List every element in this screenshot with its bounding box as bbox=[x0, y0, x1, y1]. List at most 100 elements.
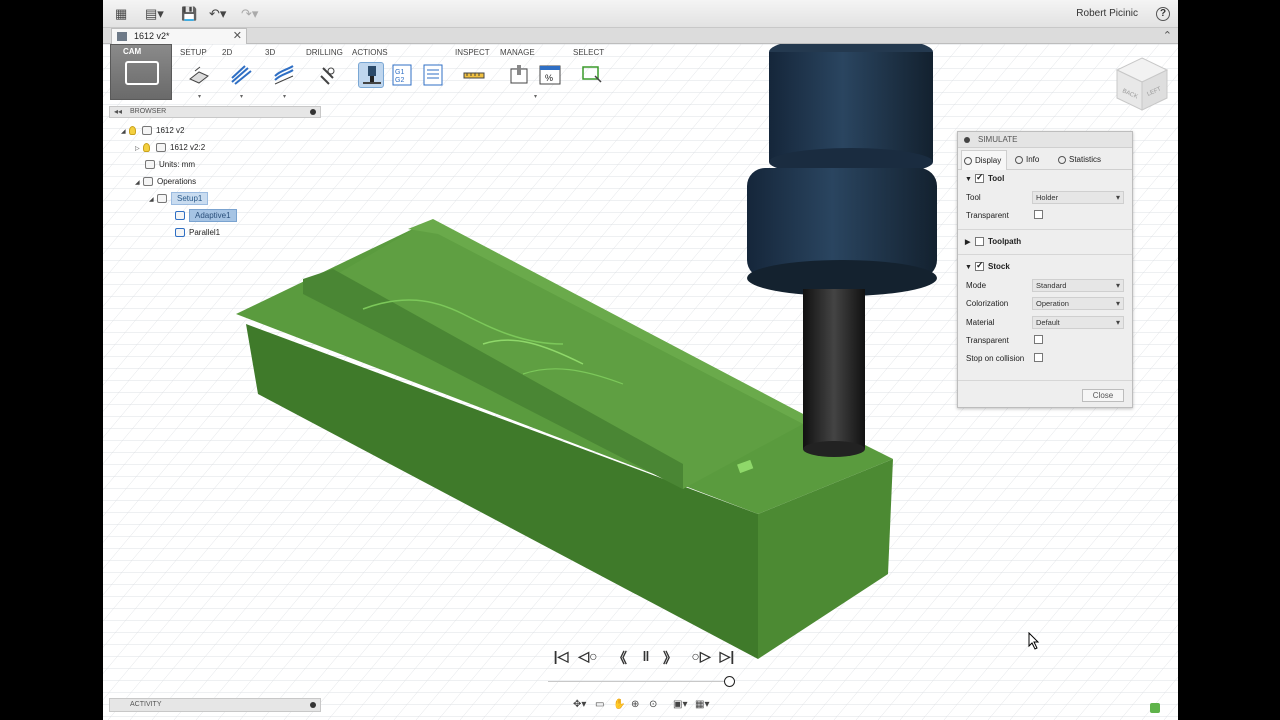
adaptive-op-icon bbox=[175, 211, 185, 221]
stock-colorization-select[interactable]: Operation bbox=[1032, 297, 1124, 310]
document-tab[interactable]: 1612 v2* ✕ bbox=[111, 28, 247, 44]
svg-text:G2: G2 bbox=[395, 77, 404, 84]
tab-info[interactable]: Info bbox=[1013, 150, 1055, 170]
tool-holder[interactable] bbox=[747, 44, 937, 296]
tool-display-label: Tool bbox=[966, 193, 981, 202]
ribbon-group-inspect[interactable]: INSPECT bbox=[455, 48, 490, 57]
status-icon[interactable] bbox=[1150, 703, 1160, 713]
navigation-toolbar: ✥▾ ▭ ✋ ⊕ ⊙ ▣▾ ▦▾ bbox=[573, 699, 713, 713]
panel-pin-icon[interactable] bbox=[310, 109, 316, 115]
document-tab-bar: 1612 v2* ✕ ⌃ bbox=[103, 28, 1178, 44]
measure-icon[interactable] bbox=[461, 62, 487, 88]
panel-pin-icon[interactable] bbox=[310, 702, 316, 708]
pan-icon[interactable]: ✋ bbox=[613, 699, 625, 710]
visibility-bulb-icon[interactable] bbox=[143, 143, 150, 153]
panel-pin-icon[interactable] bbox=[964, 137, 970, 143]
svg-text:G1: G1 bbox=[395, 69, 404, 76]
setup-sheet-icon[interactable] bbox=[420, 62, 446, 88]
ribbon-group-setup[interactable]: SETUP bbox=[180, 48, 207, 57]
ribbon-group-2d[interactable]: 2D bbox=[222, 48, 232, 57]
simulate-header[interactable]: SIMULATE bbox=[958, 132, 1132, 148]
help-icon[interactable]: ? bbox=[1156, 7, 1170, 21]
post-process-icon[interactable]: G1 G2 bbox=[389, 62, 415, 88]
tool-display-select[interactable]: Holder bbox=[1032, 191, 1124, 204]
orbit-icon[interactable]: ✥▾ bbox=[573, 699, 586, 710]
go-to-start-icon[interactable]: |◁ bbox=[550, 648, 572, 665]
tab-statistics[interactable]: Statistics bbox=[1056, 150, 1116, 170]
section-tool[interactable]: ▼Tool bbox=[965, 172, 1004, 184]
tree-node-component[interactable]: ▷ 1612 v2:2 bbox=[135, 143, 205, 154]
file-menu-icon[interactable]: ▤▾ bbox=[145, 6, 164, 22]
pause-icon[interactable]: ‖ bbox=[635, 648, 657, 664]
2d-adaptive-icon[interactable] bbox=[228, 62, 254, 88]
zoom-icon[interactable]: ⊕ bbox=[631, 699, 639, 710]
ribbon-group-3d[interactable]: 3D bbox=[265, 48, 275, 57]
ribbon-group-drilling[interactable]: DRILLING bbox=[306, 48, 343, 57]
timeline-track[interactable] bbox=[548, 681, 728, 682]
units-icon bbox=[145, 160, 155, 170]
drilling-icon[interactable] bbox=[315, 62, 341, 88]
workspace-label: CAM bbox=[123, 47, 142, 56]
select-icon[interactable] bbox=[579, 62, 605, 88]
simulate-title: SIMULATE bbox=[978, 135, 1018, 144]
tool-shank[interactable] bbox=[803, 289, 865, 457]
step-forward-icon[interactable]: 》 bbox=[659, 648, 681, 668]
section-stock[interactable]: ▼Stock bbox=[965, 260, 1010, 272]
next-operation-icon[interactable]: ○▷ bbox=[690, 648, 712, 665]
tab-overflow-icon[interactable]: ⌃ bbox=[1163, 29, 1172, 42]
workspace-switcher[interactable]: CAM bbox=[110, 44, 172, 100]
tree-node-parallel[interactable]: Parallel1 bbox=[175, 228, 220, 238]
visibility-bulb-icon[interactable] bbox=[129, 126, 136, 136]
tree-node-operations[interactable]: ◢ Operations bbox=[135, 177, 196, 188]
svg-text:%: % bbox=[545, 73, 553, 83]
browser-title: BROWSER bbox=[130, 108, 167, 115]
tool-visible-checkbox[interactable] bbox=[975, 172, 984, 184]
undo-icon[interactable]: ↶▾ bbox=[209, 6, 226, 22]
view-cube[interactable]: BACK LEFT bbox=[1113, 54, 1171, 116]
save-icon[interactable]: 💾 bbox=[181, 6, 197, 22]
stock-colorization-label: Colorization bbox=[966, 299, 1009, 308]
task-manager-icon[interactable]: % bbox=[537, 62, 563, 88]
look-at-icon[interactable]: ▭ bbox=[595, 699, 604, 710]
fit-icon[interactable]: ⊙ bbox=[649, 699, 657, 710]
close-tab-icon[interactable]: ✕ bbox=[233, 29, 242, 43]
stock-material-select[interactable]: Default bbox=[1032, 316, 1124, 329]
user-account-menu[interactable]: Robert Picinic bbox=[1076, 8, 1138, 19]
tab-display[interactable]: Display bbox=[961, 150, 1007, 170]
section-toolpath[interactable]: ▶ Toolpath bbox=[965, 237, 1021, 247]
previous-operation-icon[interactable]: ◁○ bbox=[577, 648, 599, 665]
3d-adaptive-icon[interactable] bbox=[271, 62, 297, 88]
close-button[interactable]: Close bbox=[1082, 389, 1124, 402]
stock-mode-select[interactable]: Standard bbox=[1032, 279, 1124, 292]
grid-settings-icon[interactable]: ▦▾ bbox=[695, 699, 709, 710]
tree-node-units[interactable]: Units: mm bbox=[145, 160, 195, 170]
browser-header[interactable]: ◂◂ BROWSER bbox=[109, 106, 321, 118]
info-tab-icon bbox=[1015, 156, 1023, 164]
display-settings-icon[interactable]: ▣▾ bbox=[673, 699, 687, 710]
activity-panel[interactable]: ACTIVITY bbox=[109, 698, 321, 712]
statistics-tab-icon bbox=[1058, 156, 1066, 164]
stock-transparent-checkbox[interactable] bbox=[1034, 335, 1043, 344]
tool-transparent-checkbox[interactable] bbox=[1034, 210, 1043, 219]
tree-node-setup[interactable]: ◢ Setup1 bbox=[149, 192, 209, 205]
setup-icon[interactable] bbox=[186, 62, 212, 88]
timeline-slider-handle[interactable] bbox=[724, 676, 735, 687]
tool-library-icon[interactable] bbox=[506, 62, 532, 88]
go-to-end-icon[interactable]: ▷| bbox=[716, 648, 738, 665]
simulate-icon[interactable] bbox=[358, 62, 384, 88]
redo-icon[interactable]: ↷▾ bbox=[241, 6, 258, 22]
tree-node-adaptive[interactable]: Adaptive1 bbox=[175, 209, 237, 222]
stop-on-collision-checkbox[interactable] bbox=[1034, 353, 1043, 362]
ribbon-toolbar: CAM SETUP ▾ 2D ▾ 3D ▾ DRILLING ACTIONS G… bbox=[108, 44, 608, 102]
ribbon-group-select[interactable]: SELECT bbox=[573, 48, 604, 57]
apps-grid-icon[interactable]: ▦ bbox=[115, 6, 127, 22]
collapse-arrow-icon[interactable]: ◂◂ bbox=[114, 107, 122, 117]
stock-visible-checkbox[interactable] bbox=[975, 260, 984, 272]
stock-mode-label: Mode bbox=[966, 281, 987, 290]
step-back-icon[interactable]: 《 bbox=[609, 648, 631, 668]
ribbon-group-manage[interactable]: MANAGE bbox=[500, 48, 535, 57]
tool-transparent-label: Transparent bbox=[966, 211, 1009, 220]
ribbon-group-actions[interactable]: ACTIONS bbox=[352, 48, 388, 57]
tree-node-document[interactable]: ◢ 1612 v2 bbox=[121, 126, 184, 137]
toolpath-visible-checkbox[interactable] bbox=[975, 237, 984, 247]
